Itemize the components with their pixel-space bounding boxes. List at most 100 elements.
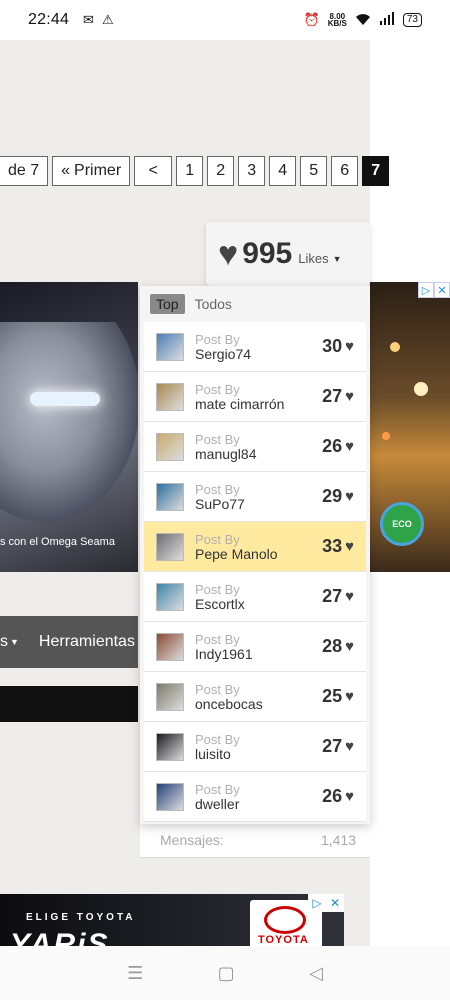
post-info: Post By manugl84 [195, 432, 257, 462]
like-score: 27 ♥ [322, 736, 354, 757]
like-score: 28 ♥ [322, 636, 354, 657]
caret-down-icon: ▼ [10, 637, 19, 647]
double-chevron-left-icon: « [61, 162, 71, 179]
heart-icon: ♥ [345, 438, 354, 455]
list-item[interactable]: Post By Escortlx 27 ♥ [144, 572, 366, 622]
likes-button[interactable]: ♥ 995 Likes ▼ [206, 222, 370, 286]
username[interactable]: Escortlx [195, 596, 245, 612]
pagination: de 7 « Primer < 1 2 3 4 5 6 7 [0, 156, 390, 186]
avatar[interactable] [156, 482, 184, 511]
like-score: 30 ♥ [322, 336, 354, 357]
page-button-3[interactable]: 3 [238, 156, 266, 186]
status-time: 22:44 [28, 11, 70, 28]
post-by-label: Post By [195, 731, 240, 747]
close-ad-icon[interactable]: ✕ [326, 894, 344, 912]
headlight-image [30, 392, 100, 406]
avatar[interactable] [156, 682, 184, 711]
status-bar: 22:44 ✉ ⚠ ⏰ 8.00 KB/S 73 [0, 0, 450, 40]
post-by-label: Post By [195, 381, 240, 397]
avatar[interactable] [156, 582, 184, 611]
tab-top[interactable]: Top [150, 294, 185, 314]
like-score: 26 ♥ [322, 786, 354, 807]
like-score: 29 ♥ [322, 486, 354, 507]
page-button-1[interactable]: 1 [176, 156, 204, 186]
page-button-7-current[interactable]: 7 [362, 156, 390, 186]
avatar[interactable] [156, 782, 184, 811]
toyota-logo-icon [264, 906, 306, 934]
score-value: 30 [322, 336, 343, 356]
list-item[interactable]: Post By Pepe Manolo 33 ♥ [144, 522, 366, 572]
username[interactable]: manugl84 [195, 446, 257, 462]
username[interactable]: Sergio74 [195, 346, 251, 362]
username[interactable]: dweller [195, 796, 240, 812]
score-value: 27 [322, 586, 343, 606]
signal-icon [379, 11, 395, 29]
toyota-ad-banner[interactable]: ELIGE TOYOTA YARiS TOYOTA ▷ ✕ [0, 894, 344, 954]
avatar[interactable] [156, 382, 184, 411]
heart-icon: ♥ [218, 235, 239, 273]
mensajes-row: Mensajes: 1,413 [140, 822, 370, 858]
score-value: 26 [322, 436, 343, 456]
like-score: 25 ♥ [322, 686, 354, 707]
city-ad-banner[interactable]: ECO ▷ ✕ [370, 282, 450, 572]
page-button-2[interactable]: 2 [207, 156, 235, 186]
like-score: 26 ♥ [322, 436, 354, 457]
list-item[interactable]: Post By dweller 26 ♥ [144, 772, 366, 822]
post-by-label: Post By [195, 781, 240, 797]
heart-icon: ♥ [345, 738, 354, 755]
username[interactable]: Indy1961 [195, 646, 253, 662]
menu-icon[interactable]: ☰ [127, 963, 143, 984]
nav-item-herramientas[interactable]: Herramientas [39, 633, 135, 651]
heart-icon: ♥ [345, 388, 354, 405]
car-image [0, 322, 138, 522]
tab-todos[interactable]: Todos [195, 296, 232, 312]
avatar[interactable] [156, 332, 184, 361]
list-item[interactable]: Post By Sergio74 30 ♥ [144, 322, 366, 372]
score-value: 26 [322, 786, 343, 806]
bokeh-light [390, 342, 400, 352]
list-item[interactable]: Post By mate cimarrón 27 ♥ [144, 372, 366, 422]
avatar[interactable] [156, 432, 184, 461]
post-info: Post By Pepe Manolo [195, 532, 278, 562]
nav-item-partial[interactable]: s [0, 633, 8, 651]
first-page-button[interactable]: « Primer [52, 156, 131, 186]
chevron-left-icon: < [148, 162, 158, 179]
username[interactable]: mate cimarrón [195, 396, 284, 412]
post-info: Post By luisito [195, 732, 240, 762]
list-item[interactable]: Post By luisito 27 ♥ [144, 722, 366, 772]
ad-choices[interactable]: ▷ ✕ [418, 282, 450, 298]
username[interactable]: SuPo77 [195, 496, 245, 512]
likes-list: Post By Sergio74 30 ♥ Post By mate cimarrón 27… [140, 322, 370, 822]
username[interactable]: oncebocas [195, 696, 263, 712]
page-of-label: de 7 [0, 156, 49, 186]
adchoices-icon[interactable]: ▷ [308, 894, 326, 912]
list-item[interactable]: Post By manugl84 26 ♥ [144, 422, 366, 472]
back-icon[interactable]: ◁ [309, 963, 323, 984]
like-score: 33 ♥ [322, 536, 354, 557]
prev-page-button[interactable]: < [134, 156, 173, 186]
home-icon[interactable]: ▢ [218, 963, 235, 984]
list-item[interactable]: Post By oncebocas 25 ♥ [144, 672, 366, 722]
network-speed: 8.00 KB/S [327, 12, 347, 28]
car-ad-banner[interactable]: s con el Omega Seama [0, 282, 138, 572]
username[interactable]: Pepe Manolo [195, 546, 278, 562]
avatar[interactable] [156, 532, 184, 561]
avatar[interactable] [156, 732, 184, 761]
eco-badge: ECO [380, 502, 424, 546]
page-button-4[interactable]: 4 [269, 156, 297, 186]
avatar[interactable] [156, 632, 184, 661]
close-ad-icon[interactable]: ✕ [434, 282, 450, 298]
alarm-icon: ⏰ [303, 12, 320, 27]
ad-choices[interactable]: ▷ ✕ [308, 894, 344, 912]
list-item[interactable]: Post By Indy1961 28 ♥ [144, 622, 366, 672]
heart-icon: ♥ [345, 788, 354, 805]
username[interactable]: luisito [195, 746, 240, 762]
ad-caption: s con el Omega Seama [0, 536, 115, 548]
page-button-6[interactable]: 6 [331, 156, 359, 186]
list-item[interactable]: Post By SuPo77 29 ♥ [144, 472, 366, 522]
page-button-5[interactable]: 5 [300, 156, 328, 186]
mensajes-label: Mensajes: [160, 831, 224, 848]
adchoices-icon[interactable]: ▷ [418, 282, 434, 298]
post-by-label: Post By [195, 581, 240, 597]
bokeh-light [414, 382, 428, 396]
